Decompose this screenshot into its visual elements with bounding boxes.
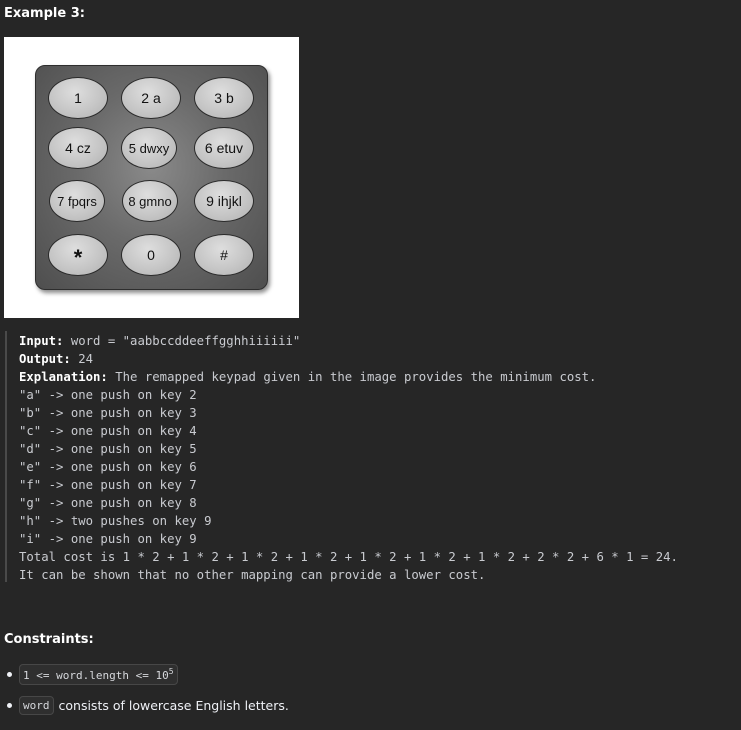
key-hash: #	[194, 234, 254, 276]
example-block: Input: word = "aabbccddeeffgghhiiiiii" O…	[5, 331, 725, 582]
mapping-line-e: "e" -> one push on key 6	[19, 460, 197, 474]
mapping-line-i: "i" -> one push on key 9	[19, 532, 197, 546]
output-value: 24	[70, 352, 94, 366]
key-2: 2 a	[121, 77, 181, 119]
explanation-label: Explanation:	[19, 370, 108, 384]
key-9: 9 ihjkl	[194, 180, 254, 222]
output-label: Output:	[19, 352, 71, 366]
key-6: 6 etuv	[194, 127, 254, 169]
constraint-length-code: 1 <= word.length <= 10	[23, 668, 169, 682]
explanation-line: Explanation: The remapped keypad given i…	[19, 368, 725, 386]
key-1: 1	[48, 77, 108, 119]
constraint-item: 1 <= word.length <= 105	[0, 662, 289, 686]
mapping-line-c: "c" -> one push on key 4	[19, 424, 197, 438]
constraint-text: consists of lowercase English letters.	[58, 697, 289, 713]
key-8: 8 gmno	[122, 180, 178, 222]
mapping-line-h: "h" -> two pushes on key 9	[19, 514, 212, 528]
output-line: Output: 24	[19, 350, 725, 368]
inline-code: word	[19, 695, 54, 715]
keypad-image: 1 2 a 3 b 4 cz 5 dwxy 6 etuv 7 fpqrs 8 g…	[4, 37, 299, 318]
key-7: 7 fpqrs	[49, 180, 105, 222]
mapping-line-f: "f" -> one push on key 7	[19, 478, 197, 492]
constraints-heading: Constraints:	[4, 632, 94, 647]
keypad: 1 2 a 3 b 4 cz 5 dwxy 6 etuv 7 fpqrs 8 g…	[35, 65, 268, 290]
mapping-line-g: "g" -> one push on key 8	[19, 496, 197, 510]
key-3: 3 b	[194, 77, 254, 119]
mapping-line-b: "b" -> one push on key 3	[19, 406, 197, 420]
exponent: 5	[168, 666, 174, 676]
total-cost-line: Total cost is 1 * 2 + 1 * 2 + 1 * 2 + 1 …	[19, 550, 678, 564]
input-value: word = "aabbccddeeffgghhiiiiii"	[63, 334, 301, 348]
explanation-value: The remapped keypad given in the image p…	[107, 370, 597, 384]
mapping-line-d: "d" -> one push on key 5	[19, 442, 197, 456]
key-0: 0	[121, 234, 181, 276]
example-heading: Example 3:	[4, 6, 85, 21]
bullet-icon	[7, 703, 12, 708]
bullet-icon	[7, 672, 12, 677]
inline-code: 1 <= word.length <= 105	[19, 663, 178, 685]
key-4: 4 cz	[48, 127, 108, 169]
key-5: 5 dwxy	[121, 127, 177, 169]
constraints-list: 1 <= word.length <= 105 word consists of…	[0, 662, 289, 724]
key-star: *	[48, 234, 108, 276]
input-label: Input:	[19, 334, 64, 348]
conclusion-line: It can be shown that no other mapping ca…	[19, 568, 486, 582]
input-line: Input: word = "aabbccddeeffgghhiiiiii"	[19, 332, 725, 350]
mapping-line-a: "a" -> one push on key 2	[19, 388, 197, 402]
constraint-item: word consists of lowercase English lette…	[0, 693, 289, 717]
